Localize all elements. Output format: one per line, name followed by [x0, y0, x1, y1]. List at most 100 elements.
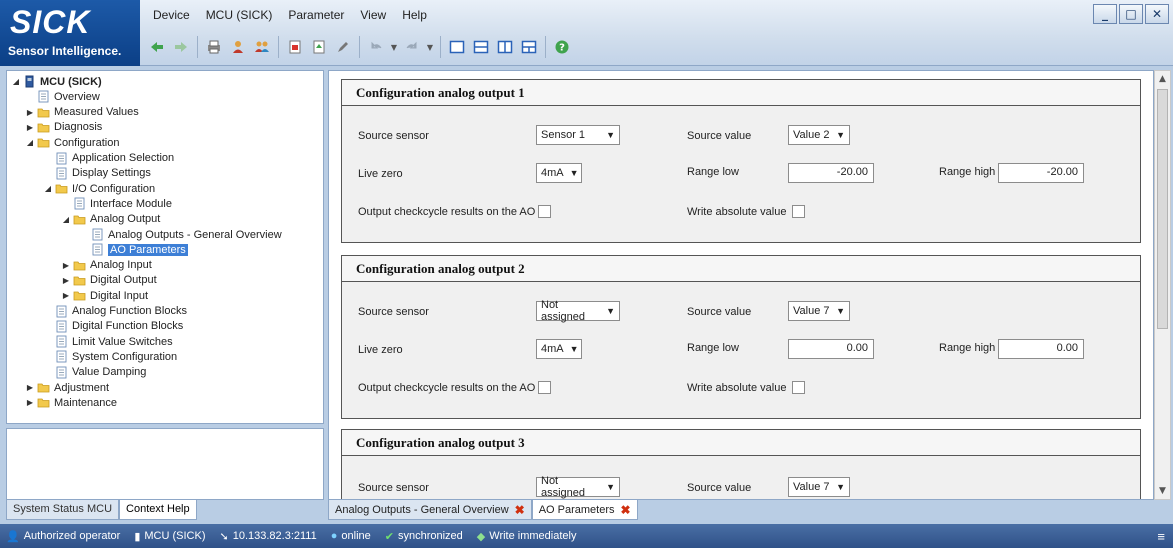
tree-item[interactable]: Digital Function Blocks [43, 319, 183, 334]
expand-arrow-icon[interactable]: ▶ [25, 398, 35, 407]
close-tab-icon[interactable]: ✖ [621, 503, 631, 517]
menu-device[interactable]: Device [145, 6, 198, 24]
menu-view[interactable]: View [352, 6, 394, 24]
logo-brand: SICK [10, 4, 91, 40]
source-sensor-select[interactable]: Sensor 1 ▼ [536, 125, 620, 145]
expand-arrow-icon[interactable]: ▶ [25, 108, 35, 117]
tree-item[interactable]: ◢ Configuration [25, 135, 120, 150]
collapse-arrow-icon[interactable]: ◢ [25, 138, 35, 147]
close-button[interactable]: ✕ [1145, 4, 1169, 24]
tree-item-label: Measured Values [54, 106, 139, 119]
folder-icon [37, 381, 50, 394]
expand-arrow-icon[interactable]: ▶ [61, 261, 71, 270]
expand-arrow-icon[interactable]: ▶ [25, 383, 35, 392]
minimize-button[interactable]: _ [1093, 4, 1117, 24]
range-low-label: Range low [687, 342, 739, 354]
expand-arrow-icon[interactable]: ▶ [61, 291, 71, 300]
tree-item[interactable]: Analog Outputs - General Overview [79, 227, 282, 242]
tree-item[interactable]: System Configuration [43, 349, 177, 364]
collapse-arrow-icon[interactable]: ◢ [61, 215, 71, 224]
layout-horizontal-icon[interactable] [470, 36, 492, 58]
status-menu-icon[interactable]: ≡ [1157, 529, 1165, 544]
section-title: Configuration analog output 3 [342, 430, 1140, 456]
source-value-select[interactable]: Value 7 ▼ [788, 477, 850, 497]
redo-icon[interactable] [401, 36, 423, 58]
live-zero-select[interactable]: 4mA ▼ [536, 163, 582, 183]
range-high-input[interactable]: -20.00 [998, 163, 1084, 183]
undo-icon[interactable] [365, 36, 387, 58]
layout-grid-icon[interactable] [518, 36, 540, 58]
expand-arrow-icon[interactable]: ▶ [61, 276, 71, 285]
close-tab-icon[interactable]: ✖ [515, 503, 525, 517]
tree-item[interactable]: ◢ I/O Configuration [43, 181, 155, 196]
toolbar-separator [197, 36, 198, 58]
expand-arrow-icon[interactable]: ▶ [25, 123, 35, 132]
scroll-up-icon[interactable]: ▲ [1155, 71, 1170, 87]
page-icon [55, 305, 68, 318]
tree-item[interactable]: Application Selection [43, 151, 174, 166]
write-absolute-label: Write absolute value [687, 382, 787, 394]
logo-tagline: Sensor Intelligence. [8, 44, 122, 58]
chevron-down-icon: ▼ [606, 306, 615, 316]
toolbar: ▼ ▼ ? [146, 34, 573, 60]
tree-item[interactable]: ◢ MCU (SICK) [11, 74, 102, 89]
tree-item[interactable]: Interface Module [61, 196, 172, 211]
status-online: ● online [331, 530, 371, 542]
source-sensor-select[interactable]: Not assigned ▼ [536, 475, 620, 499]
layout-vertical-icon[interactable] [494, 36, 516, 58]
source-value-select[interactable]: Value 2 ▼ [788, 125, 850, 145]
redo-dropdown-icon[interactable]: ▼ [425, 36, 435, 58]
tree-item[interactable]: Display Settings [43, 166, 151, 181]
menu-parameter[interactable]: Parameter [280, 6, 352, 24]
chevron-down-icon: ▼ [836, 306, 845, 316]
layout-single-icon[interactable] [446, 36, 468, 58]
tree-item[interactable]: Analog Function Blocks [43, 304, 187, 319]
toolbar-separator [545, 36, 546, 58]
source-sensor-label: Source sensor [358, 482, 429, 494]
source-sensor-select[interactable]: Not assigned ▼ [536, 299, 620, 323]
write-absolute-checkbox[interactable] [792, 205, 805, 218]
forward-arrow-icon[interactable] [170, 36, 192, 58]
tree-item[interactable]: Limit Value Switches [43, 334, 173, 349]
range-low-input[interactable]: -20.00 [788, 163, 874, 183]
tree-item[interactable]: ▶ Digital Input [61, 288, 148, 303]
help-icon[interactable]: ? [551, 36, 573, 58]
undo-dropdown-icon[interactable]: ▼ [389, 36, 399, 58]
write-absolute-checkbox[interactable] [792, 381, 805, 394]
live-zero-select[interactable]: 4mA ▼ [536, 339, 582, 359]
print-icon[interactable] [203, 36, 225, 58]
output-checkcycle-checkbox[interactable] [538, 381, 551, 394]
tree-item[interactable]: ▶ Adjustment [25, 380, 109, 395]
tab-general-overview[interactable]: Analog Outputs - General Overview ✖ [328, 500, 532, 520]
export-icon[interactable] [284, 36, 306, 58]
range-high-input[interactable]: 0.00 [998, 339, 1084, 359]
tree-item[interactable]: ▶ Analog Input [61, 258, 152, 273]
users-icon[interactable] [251, 36, 273, 58]
menu-mcu[interactable]: MCU (SICK) [198, 6, 281, 24]
back-arrow-icon[interactable] [146, 36, 168, 58]
tree-item[interactable]: Overview [25, 89, 100, 104]
import-icon[interactable] [308, 36, 330, 58]
vertical-scrollbar[interactable]: ▲ ▼ [1154, 70, 1171, 500]
tree-item[interactable]: Value Damping [43, 365, 146, 380]
tab-ao-parameters[interactable]: AO Parameters ✖ [531, 500, 638, 520]
edit-icon[interactable] [332, 36, 354, 58]
tree-item[interactable]: ▶ Digital Output [61, 273, 157, 288]
range-low-input[interactable]: 0.00 [788, 339, 874, 359]
maximize-button[interactable]: □ [1119, 4, 1143, 24]
tree-item[interactable]: ▶ Diagnosis [25, 120, 102, 135]
tree-item[interactable]: ▶ Maintenance [25, 395, 117, 410]
user-login-icon[interactable] [227, 36, 249, 58]
tab-system-status[interactable]: System Status MCU [6, 500, 120, 520]
source-value-select[interactable]: Value 7 ▼ [788, 301, 850, 321]
scroll-down-icon[interactable]: ▼ [1155, 483, 1170, 499]
tree-item[interactable]: ◢ Analog Output [61, 212, 160, 227]
output-checkcycle-checkbox[interactable] [538, 205, 551, 218]
scroll-thumb[interactable] [1157, 89, 1168, 329]
collapse-arrow-icon[interactable]: ◢ [11, 77, 21, 86]
tree-item[interactable]: AO Parameters [79, 242, 188, 257]
collapse-arrow-icon[interactable]: ◢ [43, 184, 53, 193]
tree-item[interactable]: ▶ Measured Values [25, 105, 139, 120]
tab-context-help[interactable]: Context Help [119, 500, 197, 520]
menu-help[interactable]: Help [394, 6, 435, 24]
